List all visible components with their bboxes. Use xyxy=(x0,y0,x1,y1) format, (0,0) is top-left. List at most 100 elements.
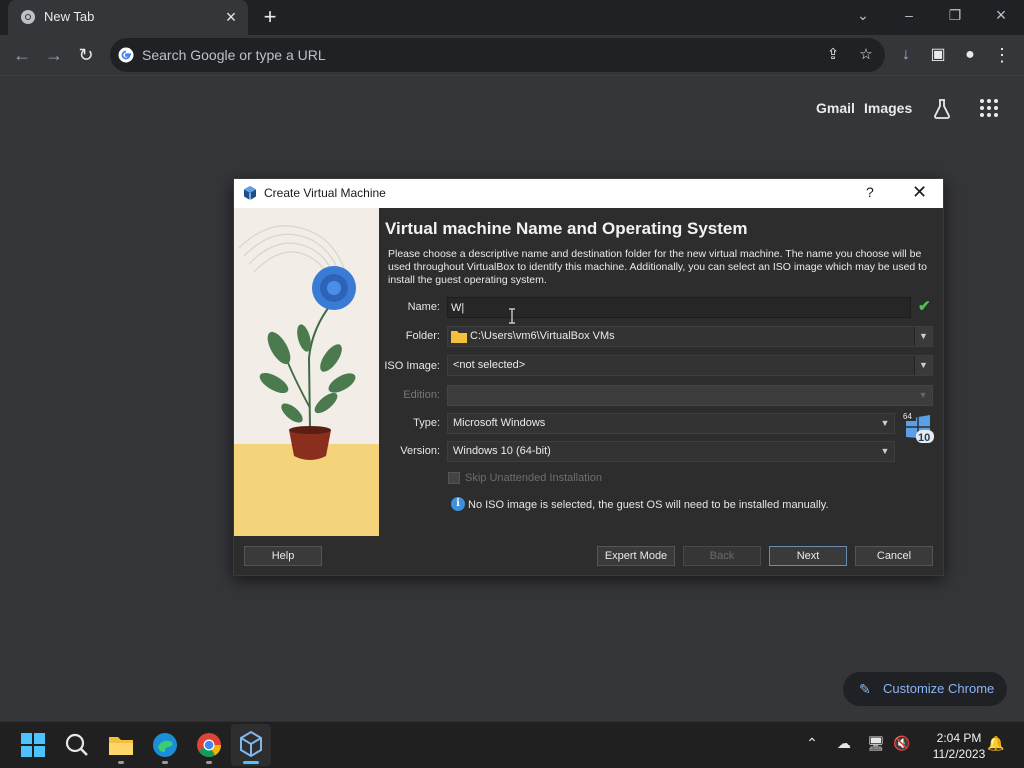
back-label: Back xyxy=(709,550,735,562)
back-arrow-icon[interactable]: ← xyxy=(8,41,36,69)
clock-time: 2:04 PM xyxy=(936,731,982,745)
minimize-button[interactable]: – xyxy=(886,0,932,30)
skip-unattended-label: Skip Unattended Installation xyxy=(465,472,602,484)
tab-title: New Tab xyxy=(44,9,95,24)
iso-value: <not selected> xyxy=(453,359,526,371)
text-cursor-icon xyxy=(509,308,515,324)
skip-unattended-checkbox xyxy=(448,472,460,484)
network-icon[interactable]: 🖥 xyxy=(866,735,886,752)
forward-arrow-icon[interactable]: → xyxy=(40,41,68,69)
file-explorer-icon[interactable] xyxy=(106,730,136,760)
app-active-indicator xyxy=(243,761,259,764)
labs-flask-icon[interactable] xyxy=(930,97,954,121)
chevron-down-icon: ▼ xyxy=(918,390,928,400)
plant-illustration xyxy=(234,225,379,536)
app-running-indicator xyxy=(206,761,212,764)
back-button: Back xyxy=(683,546,761,566)
wizard-illustration xyxy=(234,208,379,536)
virtualbox-icon xyxy=(244,186,256,200)
download-icon[interactable]: ↓ xyxy=(894,43,918,67)
close-window-button[interactable]: × xyxy=(978,0,1024,30)
chevron-down-icon[interactable]: ▼ xyxy=(914,356,932,375)
type-value: Microsoft Windows xyxy=(453,417,546,429)
page-description: Please choose a descriptive name and des… xyxy=(388,248,927,286)
folder-combobox[interactable]: C:\Users\vm6\VirtualBox VMs ▼ xyxy=(447,326,933,347)
clock-date: 11/2/2023 xyxy=(932,747,986,761)
iso-combobox[interactable]: <not selected> ▼ xyxy=(447,355,933,376)
close-tab-icon[interactable]: × xyxy=(220,6,242,28)
side-panel-icon[interactable]: ▣ xyxy=(926,43,950,67)
onedrive-offline-icon[interactable]: ☁ xyxy=(834,735,854,752)
dialog-title-bar[interactable]: Create Virtual Machine ? ✕ xyxy=(234,179,943,208)
virtualbox-icon xyxy=(240,730,262,758)
close-dialog-icon[interactable]: ✕ xyxy=(912,182,927,203)
folder-value: C:\Users\vm6\VirtualBox VMs xyxy=(470,330,615,342)
tab-new-tab[interactable]: New Tab × xyxy=(8,0,248,35)
os-badge-version: 10 xyxy=(918,432,930,443)
system-clock[interactable]: 2:04 PM 11/2/2023 xyxy=(922,730,996,762)
windows10-os-icon: 64 10 xyxy=(902,411,934,444)
omnibox[interactable]: ⇪ ☆ xyxy=(110,38,885,72)
windows-taskbar: ⌃ ☁ 🖥 🔇 2:04 PM 11/2/2023 🔔 xyxy=(0,721,1024,768)
type-combobox[interactable]: Microsoft Windows ▼ xyxy=(447,413,895,434)
search-icon[interactable] xyxy=(62,730,92,760)
virtualbox-taskbar-button[interactable] xyxy=(231,724,271,766)
chrome-icon xyxy=(21,10,35,24)
page-heading: Virtual machine Name and Operating Syste… xyxy=(385,219,748,238)
restore-button[interactable]: ❐ xyxy=(932,0,978,30)
chevron-up-icon[interactable]: ⌃ xyxy=(802,735,822,752)
windows-start-icon[interactable] xyxy=(18,730,48,760)
version-value: Windows 10 (64-bit) xyxy=(453,445,551,457)
new-tab-button[interactable]: + xyxy=(258,5,282,29)
valid-checkmark-icon: ✔ xyxy=(918,298,931,315)
notification-bell-icon[interactable]: 🔔 xyxy=(986,735,1006,752)
app-running-indicator xyxy=(162,761,168,764)
info-message: No ISO image is selected, the guest OS w… xyxy=(468,499,829,511)
bookmark-star-icon[interactable]: ☆ xyxy=(856,45,876,65)
chevron-down-icon[interactable]: ▼ xyxy=(876,414,894,433)
chevron-down-icon[interactable]: ▼ xyxy=(876,442,894,461)
help-question-icon[interactable]: ? xyxy=(866,184,874,200)
info-icon: i xyxy=(451,497,465,511)
type-label: Type: xyxy=(413,417,440,429)
dialog-title: Create Virtual Machine xyxy=(264,186,386,200)
edge-icon[interactable] xyxy=(150,730,180,760)
menu-kebab-icon[interactable]: ⋮ xyxy=(990,43,1014,67)
cancel-label: Cancel xyxy=(876,550,912,562)
expert-mode-button[interactable]: Expert Mode xyxy=(597,546,675,566)
gmail-link[interactable]: Gmail xyxy=(816,100,855,116)
edition-combobox: ▼ xyxy=(447,385,933,406)
help-button[interactable]: Help xyxy=(244,546,322,566)
folder-icon xyxy=(451,331,467,343)
customize-chrome-button[interactable]: ✎ Customize Chrome xyxy=(843,672,1007,706)
browser-toolbar: ← → ↻ ⇪ ☆ ↓ ▣ ● ⋮ xyxy=(0,35,1024,76)
iso-label: ISO Image: xyxy=(384,360,440,372)
version-combobox[interactable]: Windows 10 (64-bit) ▼ xyxy=(447,441,895,462)
create-vm-dialog: Create Virtual Machine ? ✕ Virtual machi… xyxy=(233,178,944,576)
tab-strip: New Tab × + ⌄ – ❐ × xyxy=(0,0,1024,35)
google-icon xyxy=(118,47,134,63)
app-running-indicator xyxy=(118,761,124,764)
next-button[interactable]: Next xyxy=(769,546,847,566)
share-icon[interactable]: ⇪ xyxy=(823,45,843,65)
tab-search-icon[interactable]: ⌄ xyxy=(840,0,886,30)
reload-icon[interactable]: ↻ xyxy=(72,41,100,69)
profile-icon[interactable]: ● xyxy=(958,43,982,67)
pencil-icon: ✎ xyxy=(859,681,871,697)
chevron-down-icon[interactable]: ▼ xyxy=(914,327,932,346)
edition-label: Edition: xyxy=(403,389,440,401)
cancel-button[interactable]: Cancel xyxy=(855,546,933,566)
next-label: Next xyxy=(796,550,820,562)
images-link[interactable]: Images xyxy=(864,100,912,116)
google-apps-icon[interactable] xyxy=(980,99,1000,119)
expert-mode-label: Expert Mode xyxy=(604,550,668,562)
chrome-icon[interactable] xyxy=(194,730,224,760)
omnibox-input[interactable] xyxy=(142,44,792,66)
customize-chrome-label: Customize Chrome xyxy=(883,681,995,696)
version-label: Version: xyxy=(400,445,440,457)
help-button-label: Help xyxy=(271,550,295,562)
volume-muted-icon[interactable]: 🔇 xyxy=(892,735,912,752)
folder-label: Folder: xyxy=(405,330,440,342)
name-label: Name: xyxy=(407,301,440,313)
os-badge-bits: 64 xyxy=(903,412,912,421)
